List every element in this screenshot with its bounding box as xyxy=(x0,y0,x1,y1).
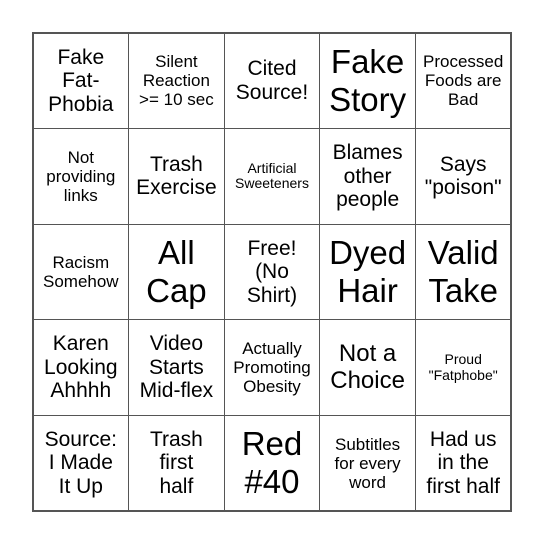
bingo-cell-r1-c2[interactable]: Silent Reaction >= 10 sec xyxy=(128,32,225,130)
bingo-cell-r4-c5[interactable]: Proud "Fatphobe" xyxy=(414,319,512,416)
bingo-cell-r5-c4[interactable]: Subtitles for every word xyxy=(319,414,416,512)
bingo-cell-r5-c2[interactable]: Trash first half xyxy=(128,414,225,512)
bingo-cell-r2-c5[interactable]: Says "poison" xyxy=(414,128,512,225)
bingo-cell-r4-c1[interactable]: Karen Looking Ahhhh xyxy=(32,319,130,416)
bingo-cell-r3-c4[interactable]: Dyed Hair xyxy=(319,223,416,321)
bingo-cell-r1-c3[interactable]: Cited Source! xyxy=(223,32,321,130)
bingo-cell-r3-c5[interactable]: Valid Take xyxy=(414,223,512,321)
bingo-cell-r2-c2[interactable]: Trash Exercise xyxy=(128,128,225,225)
bingo-cell-r2-c1[interactable]: Not providing links xyxy=(32,128,130,225)
bingo-cell-r5-c1[interactable]: Source: I Made It Up xyxy=(32,414,130,512)
bingo-cell-r4-c2[interactable]: Video Starts Mid-flex xyxy=(128,319,225,416)
bingo-cell-r1-c1[interactable]: Fake Fat- Phobia xyxy=(32,32,130,130)
bingo-cell-r5-c3[interactable]: Red #40 xyxy=(223,414,321,512)
bingo-board: Fake Fat- Phobia Silent Reaction >= 10 se… xyxy=(32,32,512,512)
bingo-cell-r5-c5[interactable]: Had us in the first half xyxy=(414,414,512,512)
bingo-cell-r1-c5[interactable]: Processed Foods are Bad xyxy=(414,32,512,130)
bingo-cell-r2-c4[interactable]: Blames other people xyxy=(319,128,416,225)
bingo-cell-r2-c3[interactable]: Artificial Sweeteners xyxy=(223,128,321,225)
bingo-cell-r4-c4[interactable]: Not a Choice xyxy=(319,319,416,416)
bingo-cell-r3-c3[interactable]: Free! (No Shirt) xyxy=(223,223,321,321)
bingo-cell-r4-c3[interactable]: Actually Promoting Obesity xyxy=(223,319,321,416)
bingo-cell-r1-c4[interactable]: Fake Story xyxy=(319,32,416,130)
bingo-cell-r3-c2[interactable]: All Cap xyxy=(128,223,225,321)
bingo-cell-r3-c1[interactable]: Racism Somehow xyxy=(32,223,130,321)
